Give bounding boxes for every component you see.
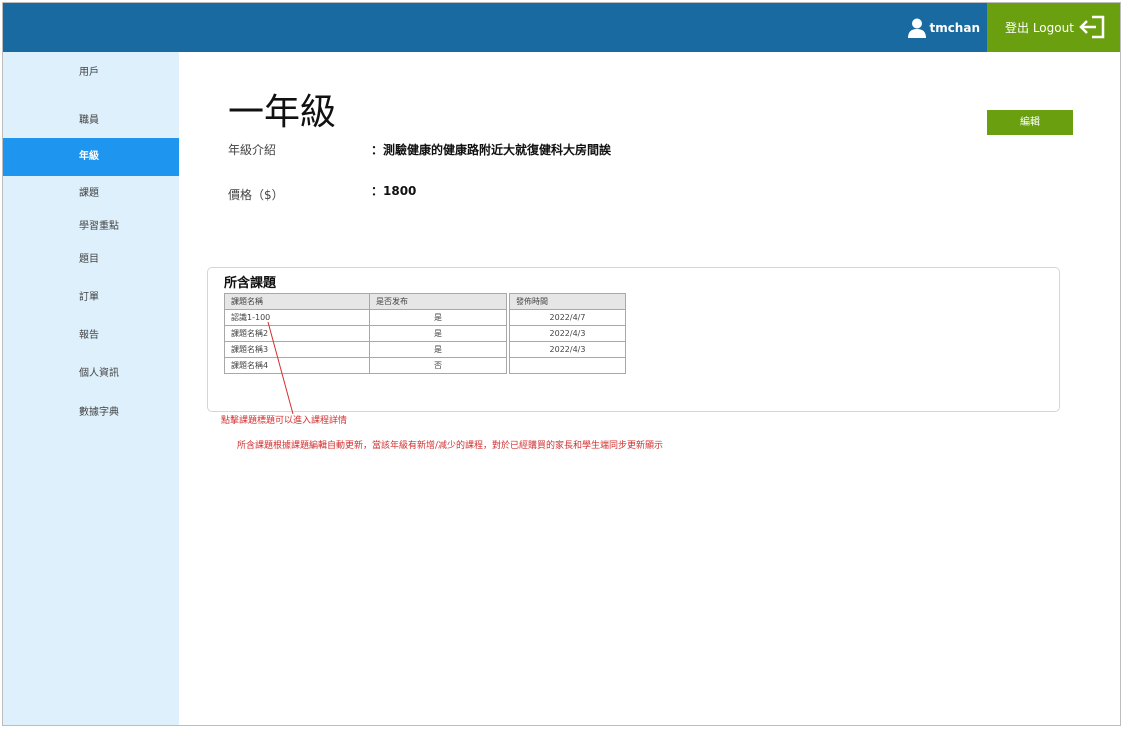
lesson-date: 2022/4/3 [509,341,626,358]
sidebar-item-reports[interactable]: 報告 [3,317,179,355]
lesson-date: 2022/4/3 [509,325,626,342]
logout-label: 登出 Logout [1005,21,1074,35]
sidebar-item-profile[interactable]: 個人資訊 [3,355,179,393]
lessons-section-title: 所含課題 [224,276,277,291]
annotation-note-click: 點擊課題標題可以進入課程詳情 [221,416,348,426]
sidebar-item-questions[interactable]: 題目 [3,241,179,279]
table-row: 認識1-100 是 2022/4/7 [224,309,626,326]
table-header-row: 課題名稱 是否发布 發佈時間 [224,293,626,310]
intro-value: ：測驗健康的健康路附近大就復健科大房間誒 [371,143,612,157]
user-info[interactable]: tmchan [908,3,980,52]
lesson-name-link[interactable]: 課題名稱2 [224,325,370,342]
lesson-date [509,357,626,374]
column-header-date: 發佈時間 [509,293,626,310]
table-row: 課題名稱4 否 [224,357,626,374]
sidebar: 用戶 職員 年級 課題 學習重點 題目 訂單 報告 個人資訊 數據字典 [3,52,179,725]
lesson-name-link[interactable]: 認識1-100 [224,309,370,326]
intro-label: 年級介紹 [228,143,277,157]
lesson-published: 是 [369,325,507,342]
logout-button[interactable]: 登出 Logout [987,3,1120,52]
annotation-note-auto-update: 所含課題根據課題編輯自動更新，當該年級有新增/减少的課程，對於已經購買的家長和學… [237,441,664,451]
lesson-published: 是 [369,309,507,326]
lesson-published: 否 [369,357,507,374]
page-title: 一年級 [228,92,337,133]
logout-icon [1079,15,1105,39]
sidebar-item-orders[interactable]: 訂單 [3,279,179,317]
lesson-published: 是 [369,341,507,358]
edit-button[interactable]: 編輯 [987,110,1073,135]
lessons-table: 課題名稱 是否发布 發佈時間 認識1-100 是 2022/4/7 課題名稱2 … [224,293,626,374]
sidebar-item-staff[interactable]: 職員 [3,102,179,140]
username: tmchan [929,20,980,35]
table-row: 課題名稱2 是 2022/4/3 [224,325,626,342]
lesson-date: 2022/4/7 [509,309,626,326]
table-row: 課題名稱3 是 2022/4/3 [224,341,626,358]
price-value: ：1800 [371,184,417,198]
lesson-name-link[interactable]: 課題名稱4 [224,357,370,374]
top-bar: tmchan 登出 Logout [3,3,1120,52]
user-icon [908,18,927,38]
sidebar-item-data-dictionary[interactable]: 數據字典 [3,394,179,432]
lessons-section: 所含課題 課題名稱 是否发布 發佈時間 認識1-100 是 2022/4/7 課… [207,267,1060,412]
column-header-name: 課題名稱 [224,293,370,310]
app-window: tmchan 登出 Logout 用戶 職員 年級 課題 學習重點 題目 訂單 … [2,2,1121,726]
sidebar-item-grade[interactable]: 年級 [3,138,179,176]
price-label: 價格（$） [228,188,284,202]
sidebar-item-users[interactable]: 用戶 [3,54,179,92]
column-header-published: 是否发布 [369,293,507,310]
lesson-name-link[interactable]: 課題名稱3 [224,341,370,358]
